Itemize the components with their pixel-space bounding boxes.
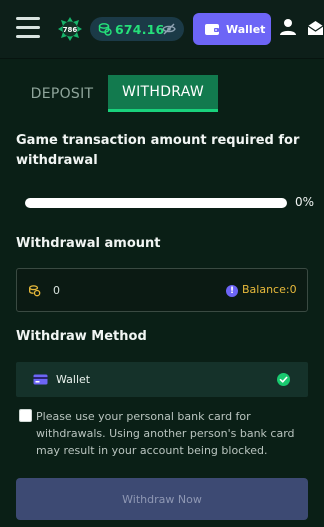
tab-withdraw[interactable]: WITHDRAW — [108, 75, 218, 112]
balance-pill[interactable]: 674.16 — [90, 17, 184, 41]
requirement-progress-text: 0% — [295, 195, 315, 209]
top-bar: 786 674.16 Wallet — [0, 0, 324, 59]
withdraw-method-option[interactable]: Wallet — [16, 362, 308, 397]
tab-deposit[interactable]: DEPOSIT — [16, 75, 108, 112]
balance-amount: 674.16 — [115, 21, 165, 37]
withdrawal-amount-input[interactable] — [53, 283, 193, 297]
withdrawal-amount-label: Withdrawal amount — [16, 236, 161, 251]
menu-icon[interactable] — [16, 17, 40, 39]
coin-icon — [29, 284, 41, 296]
wallet-button[interactable]: Wallet — [193, 13, 271, 45]
consent-text: Please use your personal bank card for w… — [36, 410, 295, 457]
tab-bar: DEPOSIT WITHDRAW — [16, 75, 218, 112]
requirement-progress-bar — [25, 198, 287, 208]
logo-text: 786 — [63, 26, 78, 34]
user-icon[interactable] — [279, 18, 297, 36]
withdraw-now-button[interactable]: Withdraw Now — [16, 478, 308, 520]
requirement-label: Game transaction amount required for wit… — [16, 133, 300, 168]
mail-icon[interactable] — [307, 19, 324, 36]
available-balance: Balance:0 — [242, 283, 297, 296]
consent-checkbox[interactable] — [19, 409, 32, 422]
withdrawal-amount-field[interactable]: ! Balance:0 — [16, 268, 308, 312]
wallet-button-label: Wallet — [226, 22, 266, 36]
wallet-icon — [205, 24, 219, 35]
logo-786[interactable]: 786 — [57, 16, 83, 42]
coin-stack-icon — [98, 23, 112, 36]
info-icon[interactable]: ! — [226, 285, 238, 297]
withdraw-method-name: Wallet — [56, 373, 91, 386]
check-circle-icon — [277, 373, 290, 386]
eye-off-icon[interactable] — [162, 22, 176, 36]
card-icon — [33, 374, 48, 385]
withdraw-method-label: Withdraw Method — [16, 329, 147, 344]
